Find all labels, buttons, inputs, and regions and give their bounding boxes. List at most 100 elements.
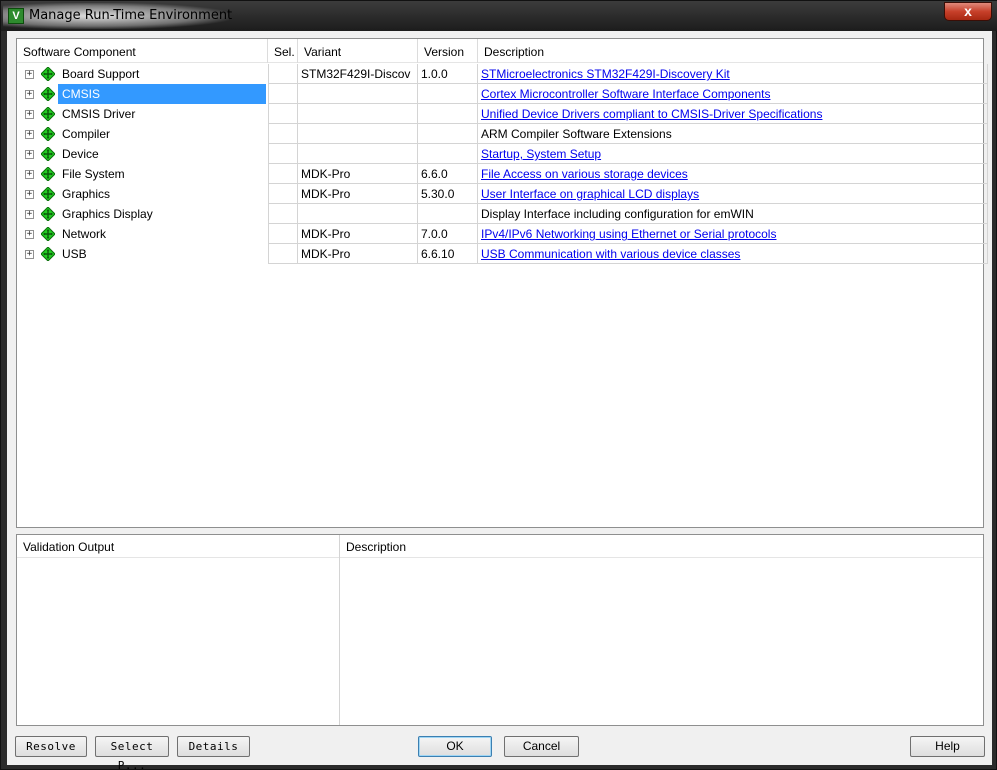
- description-cell[interactable]: User Interface on graphical LCD displays: [478, 184, 988, 204]
- table-row[interactable]: + Device Startup, System Setup: [17, 144, 988, 164]
- tree-cell[interactable]: + Device: [17, 144, 268, 164]
- component-name[interactable]: CMSIS Driver: [58, 104, 139, 124]
- sel-cell[interactable]: [268, 224, 298, 244]
- variant-cell[interactable]: MDK-Pro: [298, 184, 418, 204]
- header-sel[interactable]: Sel.: [268, 39, 298, 63]
- component-name[interactable]: Network: [58, 224, 110, 244]
- tree-cell[interactable]: + Compiler: [17, 124, 268, 144]
- tree-cell[interactable]: + File System: [17, 164, 268, 184]
- component-name[interactable]: Compiler: [58, 124, 114, 144]
- description-cell[interactable]: STMicroelectronics STM32F429I-Discovery …: [478, 64, 988, 84]
- description-cell[interactable]: Unified Device Drivers compliant to CMSI…: [478, 104, 988, 124]
- component-diamond-icon: [40, 146, 56, 162]
- tree-cell[interactable]: + CMSIS Driver: [17, 104, 268, 124]
- component-name[interactable]: Graphics Display: [58, 204, 157, 224]
- sel-cell[interactable]: [268, 244, 298, 264]
- description-cell[interactable]: Cortex Microcontroller Software Interfac…: [478, 84, 988, 104]
- sel-cell[interactable]: [268, 124, 298, 144]
- tree-cell[interactable]: + CMSIS: [17, 84, 268, 104]
- table-row[interactable]: + File System MDK-Pro 6.6.0 File Access on v…: [17, 164, 988, 184]
- grid-header: Software Component Sel. Variant Version …: [17, 39, 983, 63]
- component-name[interactable]: CMSIS: [58, 84, 266, 104]
- pane-splitter[interactable]: [339, 535, 340, 725]
- description-cell: ARM Compiler Software Extensions: [478, 124, 988, 144]
- ok-button[interactable]: OK: [418, 736, 492, 757]
- description-link[interactable]: Cortex Microcontroller Software Interfac…: [481, 87, 770, 101]
- expand-icon[interactable]: +: [25, 250, 34, 259]
- expand-icon[interactable]: +: [25, 210, 34, 219]
- variant-value: MDK-Pro: [301, 247, 351, 261]
- description-link[interactable]: USB Communication with various device cl…: [481, 247, 740, 261]
- tree-cell[interactable]: + Graphics Display: [17, 204, 268, 224]
- component-name[interactable]: Graphics: [58, 184, 114, 204]
- tree-cell[interactable]: + Graphics: [17, 184, 268, 204]
- version-cell: [418, 84, 478, 104]
- tree-cell[interactable]: + USB: [17, 244, 268, 264]
- expand-icon[interactable]: +: [25, 190, 34, 199]
- header-variant[interactable]: Variant: [298, 39, 418, 63]
- component-name[interactable]: Device: [58, 144, 103, 164]
- component-diamond-icon: [40, 126, 56, 142]
- tree-cell[interactable]: + Network: [17, 224, 268, 244]
- table-row[interactable]: +Board SupportSTM32F429I-Discov▼1.0.0STM…: [17, 64, 988, 84]
- table-row[interactable]: + USB MDK-Pro 6.6.10 USB Communication with …: [17, 244, 988, 264]
- variant-cell[interactable]: MDK-Pro: [298, 224, 418, 244]
- table-row[interactable]: + Graphics Display Display Interface inclu…: [17, 204, 988, 224]
- variant-cell[interactable]: MDK-Pro: [298, 244, 418, 264]
- table-row[interactable]: + Compiler ARM Compiler Software Extension…: [17, 124, 988, 144]
- header-software-component[interactable]: Software Component: [17, 39, 268, 63]
- description-link[interactable]: STMicroelectronics STM32F429I-Discovery …: [481, 67, 730, 81]
- component-name[interactable]: Board Support: [58, 64, 143, 84]
- component-name[interactable]: File System: [58, 164, 129, 184]
- cancel-button[interactable]: Cancel: [504, 736, 579, 757]
- description-link[interactable]: User Interface on graphical LCD displays: [481, 187, 699, 201]
- description-link[interactable]: Startup, System Setup: [481, 147, 601, 161]
- version-cell: 5.30.0: [418, 184, 478, 204]
- table-row[interactable]: + Network MDK-Pro 7.0.0 IPv4/IPv6 Networking…: [17, 224, 988, 244]
- validation-output-header: Validation Output: [17, 535, 339, 558]
- title-bar[interactable]: V Manage Run-Time Environment x: [1, 1, 997, 31]
- sel-cell[interactable]: [268, 104, 298, 124]
- description-cell[interactable]: IPv4/IPv6 Networking using Ethernet or S…: [478, 224, 988, 244]
- tree-cell[interactable]: + Board Support: [17, 64, 268, 84]
- expand-icon[interactable]: +: [25, 150, 34, 159]
- expand-icon[interactable]: +: [25, 70, 34, 79]
- description-link[interactable]: File Access on various storage devices: [481, 167, 688, 181]
- description-link[interactable]: IPv4/IPv6 Networking using Ethernet or S…: [481, 227, 776, 241]
- app-icon: V: [8, 8, 24, 24]
- table-row[interactable]: + CMSIS Cortex Microcontroller Software In…: [17, 84, 988, 104]
- expand-icon[interactable]: +: [25, 90, 34, 99]
- header-version[interactable]: Version: [418, 39, 478, 63]
- select-packs-button[interactable]: Select P...: [95, 736, 169, 770]
- sel-cell[interactable]: [268, 204, 298, 224]
- details-button[interactable]: Details: [177, 736, 250, 757]
- description-cell[interactable]: USB Communication with various device cl…: [478, 244, 988, 264]
- variant-cell[interactable]: MDK-Pro: [298, 164, 418, 184]
- version-cell: [418, 204, 478, 224]
- version-cell: 6.6.0: [418, 164, 478, 184]
- variant-cell: [298, 104, 418, 124]
- resolve-button[interactable]: Resolve: [15, 736, 87, 757]
- description-cell[interactable]: File Access on various storage devices: [478, 164, 988, 184]
- component-name[interactable]: USB: [58, 244, 91, 264]
- expand-icon[interactable]: +: [25, 170, 34, 179]
- validation-description-header: Description: [340, 535, 983, 558]
- expand-icon[interactable]: +: [25, 230, 34, 239]
- table-row[interactable]: + Graphics MDK-Pro 5.30.0 User Interface on …: [17, 184, 988, 204]
- help-button[interactable]: Help: [910, 736, 985, 757]
- sel-cell[interactable]: [268, 64, 298, 84]
- sel-cell[interactable]: [268, 84, 298, 104]
- sel-cell[interactable]: [268, 144, 298, 164]
- header-description[interactable]: Description: [478, 39, 983, 63]
- description-text: ARM Compiler Software Extensions: [481, 127, 672, 141]
- sel-cell[interactable]: [268, 164, 298, 184]
- expand-icon[interactable]: +: [25, 130, 34, 139]
- expand-icon[interactable]: +: [25, 110, 34, 119]
- table-row[interactable]: + CMSIS Driver Unified Device Drivers comp…: [17, 104, 988, 124]
- close-icon[interactable]: x: [944, 2, 992, 21]
- component-diamond-icon: [40, 166, 56, 182]
- variant-cell[interactable]: STM32F429I-Discov▼: [298, 64, 418, 84]
- description-cell[interactable]: Startup, System Setup: [478, 144, 988, 164]
- sel-cell[interactable]: [268, 184, 298, 204]
- description-link[interactable]: Unified Device Drivers compliant to CMSI…: [481, 107, 822, 121]
